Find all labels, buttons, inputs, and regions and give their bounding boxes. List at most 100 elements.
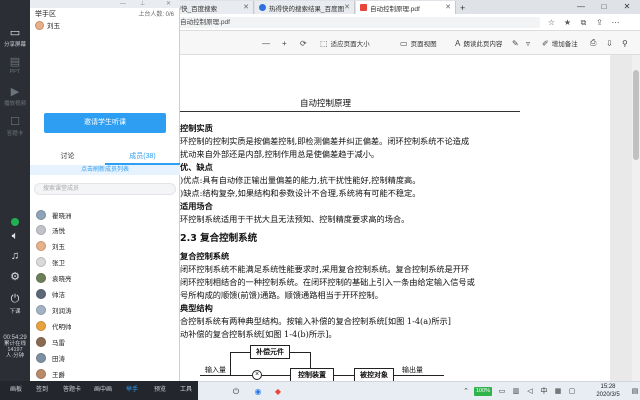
zoom-out-button[interactable]: — [262, 37, 273, 49]
member-panel: — ⊥ ✕ 举手区 上台人数: 0/6 刘玉 邀请学生听课 讨论 成员(38) … [30, 0, 180, 381]
taskbar: ⏻ ◉ ◆ ⌃ 100% ▭ ▥ ◁ 中 ▦ ▢ 15:28 2020/3/5 … [198, 381, 640, 400]
list-item[interactable]: 马雷 [30, 334, 180, 349]
tools-button[interactable]: 工具 [174, 381, 198, 400]
doc-line: 闭环控制相结合的一种控制系统。在闭环控制的基础上引入一条由给定输入信号或 [180, 277, 475, 287]
ime-lang[interactable]: 中 [538, 382, 550, 400]
battery-icon[interactable]: ▭ [496, 382, 508, 400]
controller-block: 控制装置 [290, 368, 334, 382]
url-field[interactable]: ktop/自动控制原理.pdf [160, 17, 540, 28]
list-item[interactable]: 瞿晓洲 [30, 207, 180, 222]
page-view-button[interactable]: ▭ 页面视图 [400, 37, 437, 49]
stage-user[interactable]: 刘玉 [35, 20, 60, 30]
panel-titlebar: — ⊥ ✕ [30, 0, 180, 8]
minimize-icon[interactable]: — [120, 0, 126, 8]
list-item[interactable]: 袁晓亮 [30, 270, 180, 285]
tab-discussion[interactable]: 讨论 [30, 150, 105, 165]
refresh-members-link[interactable]: 点击刷新成员列表 [30, 165, 180, 175]
answer-card-button[interactable]: ☐ 答题卡 [0, 115, 30, 137]
new-tab-button[interactable]: + [457, 1, 471, 14]
close-icon[interactable]: ✕ [166, 0, 171, 8]
battery-indicator[interactable]: 100% [474, 387, 492, 396]
end-class-button[interactable]: ⏻ 下课 [0, 293, 30, 315]
play-video-button[interactable]: ▶ 播放视频 [0, 85, 30, 107]
read-aloud-button[interactable]: A 朗读此页内容 [455, 37, 502, 49]
pdf-page: 自动控制原理 控制实质 环控制的控制实质是按偏差控制,即检测偏差并纠正偏差。闭环… [180, 55, 610, 382]
more-icon[interactable]: ⋯ [610, 17, 621, 28]
tab-pdf[interactable]: 自动控制原理.pdf ✕ [356, 1, 456, 14]
checkin-button[interactable]: 签到 [30, 381, 54, 400]
invite-student-button[interactable]: 邀请学生听课 [44, 113, 166, 133]
raise-hand-button[interactable]: 举手 [120, 381, 144, 400]
scrollbar-thumb[interactable] [633, 70, 639, 160]
settings-button[interactable]: ⚙ [0, 270, 30, 284]
draw-button[interactable]: ✎ [512, 37, 522, 49]
zoom-in-button[interactable]: + [282, 37, 290, 49]
doc-line: 扰动来自外部还是内部,控制作用总是使偏差趋于减小。 [180, 149, 380, 159]
address-bar: ktop/自动控制原理.pdf ☆ ★ ⧉ ⇪ ⋯ [150, 14, 640, 31]
music-button[interactable]: ♫ [0, 250, 30, 263]
classroom-bottom-bar: 画板 签到 答题卡 画中画 举手 预览 工具 [0, 381, 198, 400]
app-icon[interactable]: ◆ [270, 382, 286, 400]
ppt-button[interactable]: ▤ PPT [0, 55, 30, 75]
tray-up-icon[interactable]: ⌃ [460, 382, 472, 400]
plant-block: 被控对象 [354, 368, 394, 382]
clock[interactable]: 15:28 2020/3/5 [588, 383, 628, 399]
action-center-icon[interactable]: ▢ [566, 382, 578, 400]
doc-line: 号所构成的顺馈(前馈)通路。顺馈通路相当于开环控制。 [180, 290, 383, 300]
baidu-icon [259, 4, 266, 11]
list-item[interactable]: 田涛 [30, 350, 180, 365]
list-item[interactable]: 张卫 [30, 254, 180, 269]
volume-icon[interactable]: ◁ [524, 382, 536, 400]
list-item[interactable]: 帅洁 [30, 286, 180, 301]
share-icon[interactable]: ⇪ [594, 17, 605, 28]
whiteboard-button[interactable]: 画板 [4, 381, 28, 400]
pin-icon[interactable]: ⊥ [140, 0, 145, 8]
pin-button[interactable]: ⚲ [622, 37, 631, 49]
member-search-input[interactable]: 搜索课堂成员 [34, 183, 176, 195]
power-icon[interactable]: ⏻ [228, 382, 244, 400]
close-window-button[interactable]: ✕ [616, 0, 638, 14]
save-button[interactable]: ⇩ [606, 37, 616, 49]
list-item[interactable]: 汤悦 [30, 222, 180, 237]
collections-icon[interactable]: ⧉ [578, 17, 589, 28]
preview-button[interactable]: 预览 [148, 381, 172, 400]
avatar [36, 209, 46, 220]
keyboard-icon[interactable]: ▦ [552, 382, 564, 400]
tab-members[interactable]: 成员(38) [105, 150, 180, 165]
avatar [36, 336, 46, 347]
list-item[interactable]: 王爵 [30, 366, 180, 381]
edge-icon[interactable]: ◉ [250, 382, 266, 400]
network-icon[interactable]: ▥ [510, 382, 522, 400]
volume-button[interactable]: 🔈︎ [0, 230, 30, 244]
avatar [36, 288, 46, 299]
rotate-button[interactable]: ⟳ [300, 37, 310, 49]
avatar [36, 368, 46, 379]
tab-search-2[interactable]: 热得快的搜索结果_百度图 ✕ [255, 1, 355, 14]
doc-line: 动补偿的复合控制系统[如图 1-4(b)所示]。 [180, 329, 337, 339]
list-item[interactable]: 刘玉 [30, 238, 180, 253]
close-icon[interactable]: ✕ [243, 3, 249, 11]
favorites-icon[interactable]: ★ [562, 17, 573, 28]
fit-page-button[interactable]: ⬚ 适应页面大小 [320, 37, 370, 49]
notification-icon[interactable]: ▤ [630, 382, 640, 400]
add-note-button[interactable]: ✐ 增加备注 [542, 37, 578, 49]
highlight-icon: ▿ [526, 38, 531, 48]
list-item[interactable]: 刘润涛 [30, 302, 180, 317]
pip-button[interactable]: 画中画 [89, 381, 117, 400]
star-icon[interactable]: ☆ [546, 17, 557, 28]
list-item[interactable]: 代明帅 [30, 318, 180, 333]
print-button[interactable]: ⎙ [590, 37, 599, 49]
maximize-button[interactable]: □ [593, 0, 615, 14]
stage-count: 上台人数: 0/6 [138, 12, 174, 18]
music-icon: ♫ [10, 250, 20, 262]
minimize-button[interactable]: — [570, 0, 592, 14]
tab-bar: 热得快_百度搜索 ✕ 热得快的搜索结果_百度图 ✕ 自动控制原理.pdf ✕ +… [150, 0, 640, 14]
share-screen-button[interactable]: ▭ 分享屏幕 [0, 26, 30, 48]
close-icon[interactable]: ✕ [344, 3, 350, 11]
pdf-icon [360, 4, 367, 11]
highlight-button[interactable]: ▿ [526, 37, 533, 49]
answer-card-button[interactable]: 答题卡 [58, 381, 86, 400]
input-label: 输入量 [205, 366, 226, 374]
doc-line: 环控制系统适用于干扰大且无法预知、控制精度要求高的场合。 [180, 214, 410, 224]
close-icon[interactable]: ✕ [445, 3, 451, 11]
